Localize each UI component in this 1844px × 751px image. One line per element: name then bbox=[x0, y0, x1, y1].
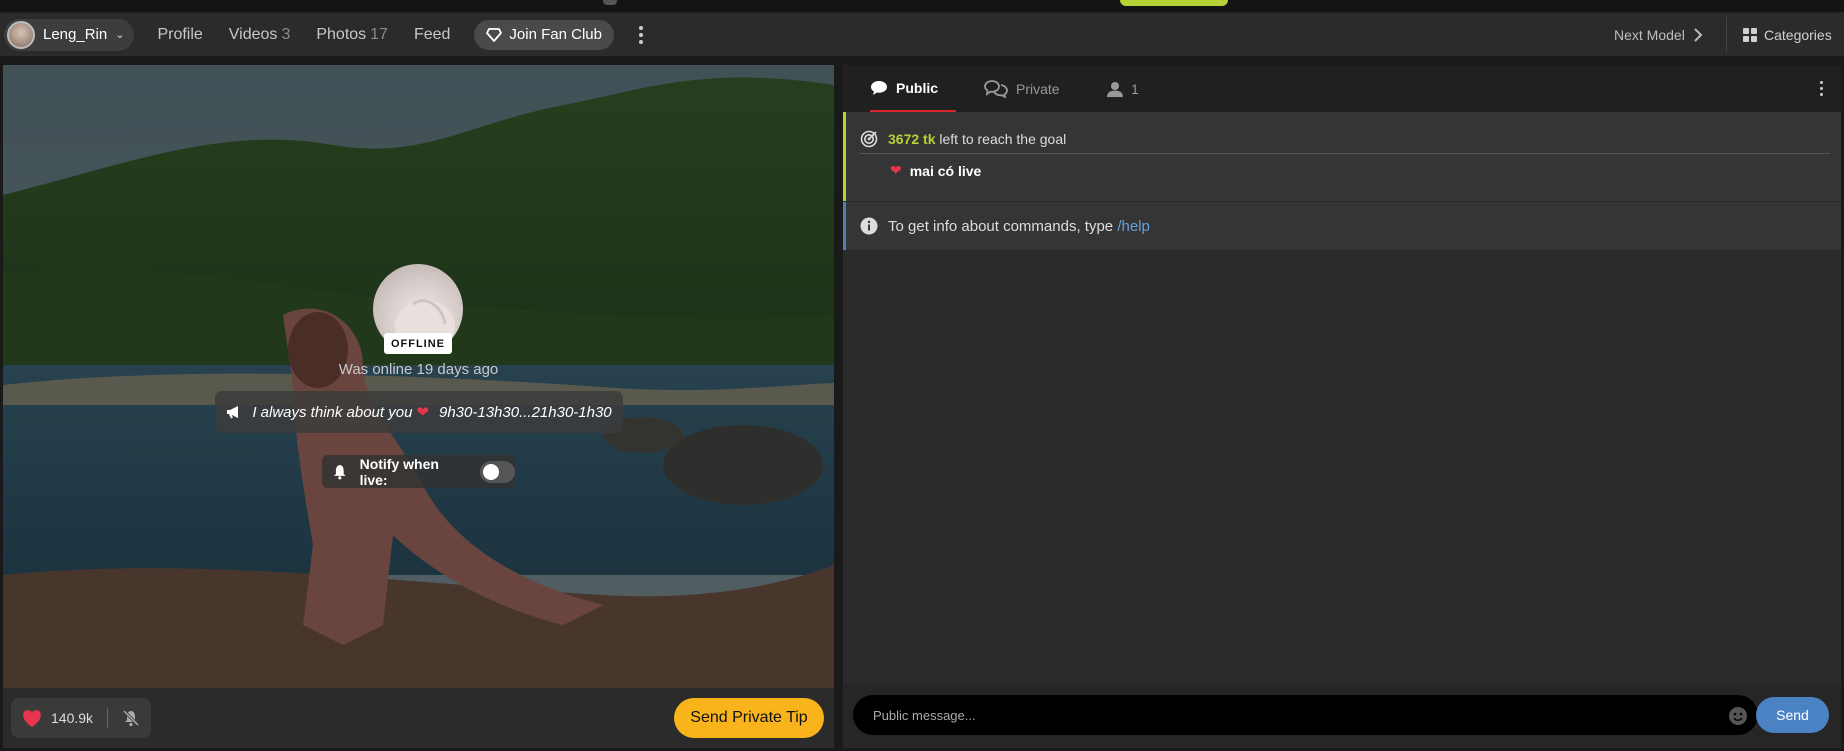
private-chat-icon bbox=[984, 79, 1008, 98]
next-model-button[interactable]: Next Model bbox=[1614, 13, 1703, 56]
tab-private[interactable]: Private bbox=[984, 65, 1060, 112]
nav-link-label: Videos bbox=[228, 25, 278, 43]
info-icon bbox=[860, 217, 878, 235]
tab-label: Public bbox=[896, 79, 939, 96]
goal-text: left to reach the goal bbox=[939, 130, 1067, 147]
goal-tokens: 3672 tk bbox=[888, 130, 936, 147]
chat-input-row: Send bbox=[843, 683, 1841, 748]
tab-label: 1 bbox=[1131, 80, 1139, 97]
send-private-tip-button[interactable]: Send Private Tip bbox=[674, 698, 824, 738]
categories-label: Categories bbox=[1764, 26, 1832, 43]
tab-label: Private bbox=[1016, 80, 1060, 97]
bell-icon bbox=[333, 464, 346, 479]
chip-divider bbox=[107, 708, 109, 728]
nav-divider bbox=[1726, 17, 1727, 52]
chat-panel: Public Private 1 3672 tk left to reach t… bbox=[843, 65, 1841, 748]
status-badge: OFFLINE bbox=[384, 333, 452, 354]
next-model-label: Next Model bbox=[1614, 26, 1685, 43]
goal-title: mai có live bbox=[909, 162, 982, 179]
diamond-icon bbox=[486, 27, 503, 42]
topic-schedule: 9h30-13h30...21h30-1h30 bbox=[439, 403, 612, 421]
likes-count: 140.9k bbox=[51, 710, 94, 726]
smiley-icon[interactable] bbox=[1728, 706, 1748, 726]
help-command-link[interactable]: /help bbox=[1117, 218, 1150, 235]
public-message-input[interactable] bbox=[853, 695, 1758, 735]
goal-icon bbox=[860, 130, 878, 147]
kebab-icon[interactable] bbox=[636, 25, 646, 44]
info-text: To get info about commands, type bbox=[888, 217, 1114, 235]
user-icon bbox=[1107, 81, 1123, 97]
nav-link-videos[interactable]: Videos 3 bbox=[229, 26, 291, 44]
grid-icon bbox=[1743, 27, 1757, 42]
notify-toggle[interactable] bbox=[479, 460, 515, 483]
chevron-right-icon bbox=[1694, 27, 1703, 42]
goal-title-line: ❤ mai có live bbox=[890, 162, 981, 179]
top-notch bbox=[603, 0, 617, 5]
heart-icon: ❤ bbox=[890, 162, 902, 178]
avatar bbox=[7, 20, 35, 49]
notify-when-live: Notify when live: bbox=[322, 455, 515, 488]
model-navbar: Leng_Rin ⌄ Profile Videos 3 Photos 17 Feed… bbox=[0, 13, 1844, 56]
last-online-text: Was online 19 days ago bbox=[338, 361, 499, 378]
help-info-message: To get info about commands, type /help bbox=[843, 202, 1841, 250]
nav-link-count: 3 bbox=[281, 25, 291, 43]
chat-tabs: Public Private 1 bbox=[843, 65, 1841, 112]
chat-options-kebab-icon[interactable] bbox=[1820, 81, 1823, 96]
nav-link-label: Photos bbox=[316, 25, 367, 43]
chat-bubble-icon bbox=[871, 80, 887, 95]
heart-icon[interactable] bbox=[21, 708, 43, 728]
categories-button[interactable]: Categories bbox=[1742, 13, 1832, 56]
username: Leng_Rin bbox=[43, 26, 108, 43]
top-pill[interactable] bbox=[1120, 0, 1228, 6]
bell-off-icon[interactable] bbox=[122, 709, 140, 727]
megaphone-icon bbox=[227, 406, 239, 419]
nav-link-photos[interactable]: Photos 17 bbox=[316, 26, 388, 44]
goal-progress-line: 3672 tk left to reach the goal bbox=[860, 124, 1830, 154]
heart-icon: ❤ bbox=[416, 404, 429, 421]
top-strip bbox=[0, 0, 1844, 13]
room-topic: I always think about you ❤ 9h30-13h30...… bbox=[215, 391, 623, 433]
nav-link-profile[interactable]: Profile bbox=[157, 26, 202, 44]
user-menu-button[interactable]: Leng_Rin ⌄ bbox=[4, 18, 135, 51]
nav-link-feed[interactable]: Feed bbox=[414, 26, 450, 44]
nav-link-label: Feed bbox=[413, 25, 451, 43]
tab-users[interactable]: 1 bbox=[1107, 65, 1139, 112]
join-fan-club-button[interactable]: Join Fan Club bbox=[474, 19, 614, 50]
nav-link-count: 17 bbox=[370, 25, 388, 43]
goal-message: 3672 tk left to reach the goal ❤ mai có … bbox=[843, 112, 1841, 201]
nav-link-label: Profile bbox=[157, 25, 203, 43]
notify-label: Notify when live: bbox=[359, 455, 439, 488]
topic-text: I always think about you bbox=[252, 403, 413, 421]
stats-chip: 140.9k bbox=[11, 698, 151, 738]
video-bottom-bar: 140.9k Send Private Tip bbox=[3, 688, 834, 748]
fan-club-label: Join Fan Club bbox=[509, 26, 602, 43]
send-button[interactable]: Send bbox=[1756, 697, 1829, 733]
chevron-down-icon: ⌄ bbox=[115, 29, 125, 41]
tab-public[interactable]: Public bbox=[870, 65, 956, 112]
video-player[interactable]: OFFLINE Was online 19 days ago I always … bbox=[3, 65, 834, 688]
